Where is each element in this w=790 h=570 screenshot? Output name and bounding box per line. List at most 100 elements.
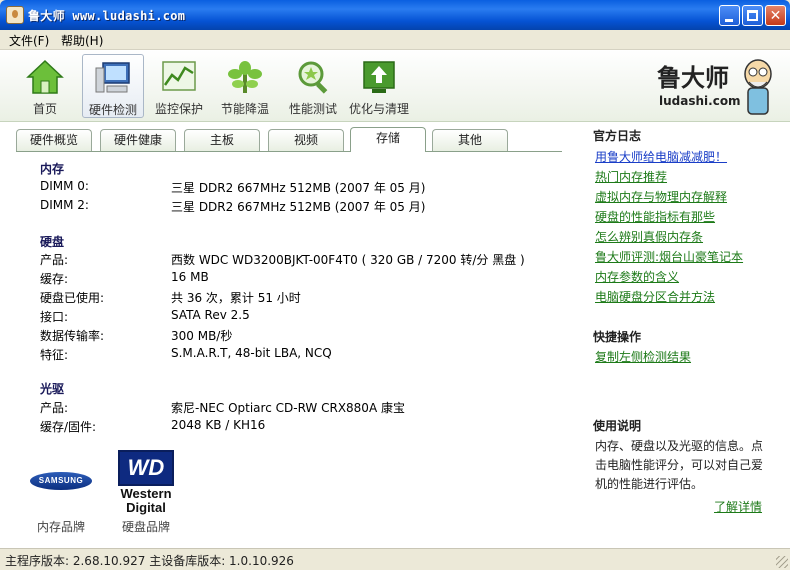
logo-text-en: ludashi.com	[659, 94, 741, 108]
toolbar-benchmark-button[interactable]: 性能测试	[282, 54, 344, 118]
app-window: 鲁大师 www.ludashi.com ✕ 文件(F) 帮助(H) 首页 硬件检…	[0, 0, 790, 570]
main-content: 硬件概览 硬件健康 主板 视频 存储 其他 内存 DIMM 0: 三星 DDR2…	[0, 122, 790, 548]
menu-file[interactable]: 文件(F)	[6, 32, 52, 49]
tab-divider	[16, 151, 562, 152]
wd-wordmark-line2: Digital	[126, 500, 166, 515]
optical-row-value: 索尼-NEC Optiarc CD-RW CRX880A 康宝	[171, 401, 405, 415]
disk-brand-caption: 硬盘品牌	[121, 520, 170, 534]
optical-row-key: 产品:	[40, 401, 69, 415]
optical-heading: 光驱	[40, 382, 65, 396]
disk-row: 缓存: 16 MB	[40, 270, 560, 288]
disk-row-key: 缓存:	[40, 272, 69, 286]
tab-motherboard[interactable]: 主板	[184, 129, 260, 151]
western-digital-logo: WD	[118, 450, 174, 486]
window-title: 鲁大师 www.ludashi.com	[28, 9, 186, 23]
copy-results-link[interactable]: 复制左侧检测结果	[595, 348, 691, 365]
memory-row-key: DIMM 0:	[40, 179, 89, 193]
blog-link[interactable]: 用鲁大师给电脑减减肥！	[595, 148, 727, 165]
close-icon: ✕	[769, 8, 782, 24]
tab-other[interactable]: 其他	[432, 129, 508, 151]
blog-link[interactable]: 硬盘的性能指标有那些	[595, 208, 715, 225]
toolbar-optimize-label: 优化与清理	[348, 102, 409, 116]
disk-row-value: 共 36 次，累计 51 小时	[171, 291, 301, 305]
monitor-chart-icon	[162, 61, 196, 91]
disk-row: 硬盘已使用: 共 36 次，累计 51 小时	[40, 289, 560, 307]
disk-row-key: 接口:	[40, 310, 69, 324]
upload-board-icon	[363, 61, 395, 93]
toolbar-monitor-label: 监控保护	[154, 102, 203, 116]
memory-row: DIMM 2: 三星 DDR2 667MHz 512MB (2007 年 05 …	[40, 198, 560, 216]
close-button[interactable]: ✕	[765, 5, 786, 26]
status-bar: 主程序版本: 2.68.10.927 主设备库版本: 1.0.10.926	[0, 548, 790, 570]
memory-row-value: 三星 DDR2 667MHz 512MB (2007 年 05 月)	[171, 181, 426, 195]
blog-link[interactable]: 虚拟内存与物理内存解释	[595, 188, 727, 205]
disk-row: 产品: 西数 WDC WD3200BJKT-00F4T0 ( 320 GB / …	[40, 251, 560, 269]
toolbar-home-button[interactable]: 首页	[14, 54, 76, 118]
disk-row: 接口: SATA Rev 2.5	[40, 308, 560, 326]
optical-row: 产品: 索尼-NEC Optiarc CD-RW CRX880A 康宝	[40, 399, 560, 417]
optical-row-value: 2048 KB / KH16	[171, 418, 266, 432]
disk-row-key: 数据传输率:	[40, 329, 105, 343]
title-bar[interactable]: 鲁大师 www.ludashi.com ✕	[0, 0, 790, 30]
main-toolbar: 首页 硬件检测 监控保护 节能降温 性能测试 优化与清理 鲁大师 ludashi…	[0, 50, 790, 122]
plant-icon	[228, 61, 262, 93]
samsung-logo: SAMSUNG	[30, 472, 92, 490]
blog-link[interactable]: 怎么辨别真假内存条	[595, 228, 703, 245]
optical-row: 缓存/固件: 2048 KB / KH16	[40, 418, 560, 436]
disk-row-key: 硬盘已使用:	[40, 291, 105, 305]
memory-row-value: 三星 DDR2 667MHz 512MB (2007 年 05 月)	[171, 200, 426, 214]
memory-row: DIMM 0: 三星 DDR2 667MHz 512MB (2007 年 05 …	[40, 179, 560, 197]
toolbar-benchmark-label: 性能测试	[288, 102, 337, 116]
mascot-icon	[744, 59, 772, 115]
help-text: 内存、硬盘以及光驱的信息。点击电脑性能评分，可以对自己爱机的性能进行评估。	[595, 439, 764, 491]
blog-link[interactable]: 鲁大师评测:烟台山豪笔记本	[595, 248, 743, 265]
disk-row: 特征: S.M.A.R.T, 48-bit LBA, NCQ	[40, 346, 560, 364]
menu-help[interactable]: 帮助(H)	[58, 32, 106, 49]
toolbar-energy-label: 节能降温	[220, 102, 269, 116]
home-icon	[26, 59, 64, 94]
toolbar-hardware-label: 硬件检测	[88, 103, 137, 117]
tab-hardware-health[interactable]: 硬件健康	[100, 129, 176, 151]
learn-more-link[interactable]: 了解详情	[714, 498, 762, 515]
disk-row-value: 西数 WDC WD3200BJKT-00F4T0 ( 320 GB / 7200…	[171, 253, 525, 267]
memory-heading: 内存	[40, 162, 65, 176]
ludashi-logo: 鲁大师 ludashi.com	[655, 56, 775, 118]
blog-heading: 官方日志	[593, 129, 642, 143]
optical-row-key: 缓存/固件:	[40, 420, 97, 434]
blog-link[interactable]: 电脑硬盘分区合并方法	[595, 288, 715, 305]
toolbar-hardware-button[interactable]: 硬件检测	[82, 54, 144, 118]
toolbar-energy-button[interactable]: 节能降温	[214, 54, 276, 118]
disk-row-value: 16 MB	[171, 270, 209, 284]
disk-row-key: 特征:	[40, 348, 69, 362]
disk-row-key: 产品:	[40, 253, 69, 267]
minimize-button[interactable]	[719, 5, 740, 26]
tab-video[interactable]: 视频	[268, 129, 344, 151]
computer-icon	[95, 62, 130, 93]
help-heading: 使用说明	[593, 419, 642, 433]
logo-text-cn: 鲁大师	[657, 63, 729, 92]
toolbar-optimize-button[interactable]: 优化与清理	[348, 54, 410, 118]
tab-hardware-overview[interactable]: 硬件概览	[16, 129, 92, 151]
maximize-button[interactable]	[742, 5, 763, 26]
memory-brand-caption: 内存品牌	[36, 520, 85, 534]
version-text: 主程序版本: 2.68.10.927 主设备库版本: 1.0.10.926	[5, 554, 294, 568]
resize-grip[interactable]	[776, 556, 788, 568]
magnifier-star-icon	[298, 61, 328, 94]
tab-storage[interactable]: 存储	[350, 127, 426, 152]
wd-wordmark-line1: Western	[120, 486, 172, 501]
blog-link[interactable]: 内存参数的含义	[595, 268, 679, 285]
disk-row-value: SATA Rev 2.5	[171, 308, 250, 322]
disk-row-value: S.M.A.R.T, 48-bit LBA, NCQ	[171, 346, 332, 360]
toolbar-monitor-button[interactable]: 监控保护	[148, 54, 210, 118]
app-logo-icon	[6, 6, 24, 24]
memory-row-key: DIMM 2:	[40, 198, 89, 212]
toolbar-home-label: 首页	[32, 102, 57, 116]
info-sidebar: 官方日志 用鲁大师给电脑减减肥！ 热门内存推荐 虚拟内存与物理内存解释 硬盘的性…	[587, 122, 787, 548]
western-digital-wordmark: Western Digital	[108, 487, 184, 515]
quick-actions-heading: 快捷操作	[593, 330, 642, 344]
disk-row: 数据传输率: 300 MB/秒	[40, 327, 560, 345]
menu-bar: 文件(F) 帮助(H)	[0, 30, 790, 50]
blog-link[interactable]: 热门内存推荐	[595, 168, 667, 185]
disk-heading: 硬盘	[40, 235, 65, 249]
disk-row-value: 300 MB/秒	[171, 329, 233, 343]
